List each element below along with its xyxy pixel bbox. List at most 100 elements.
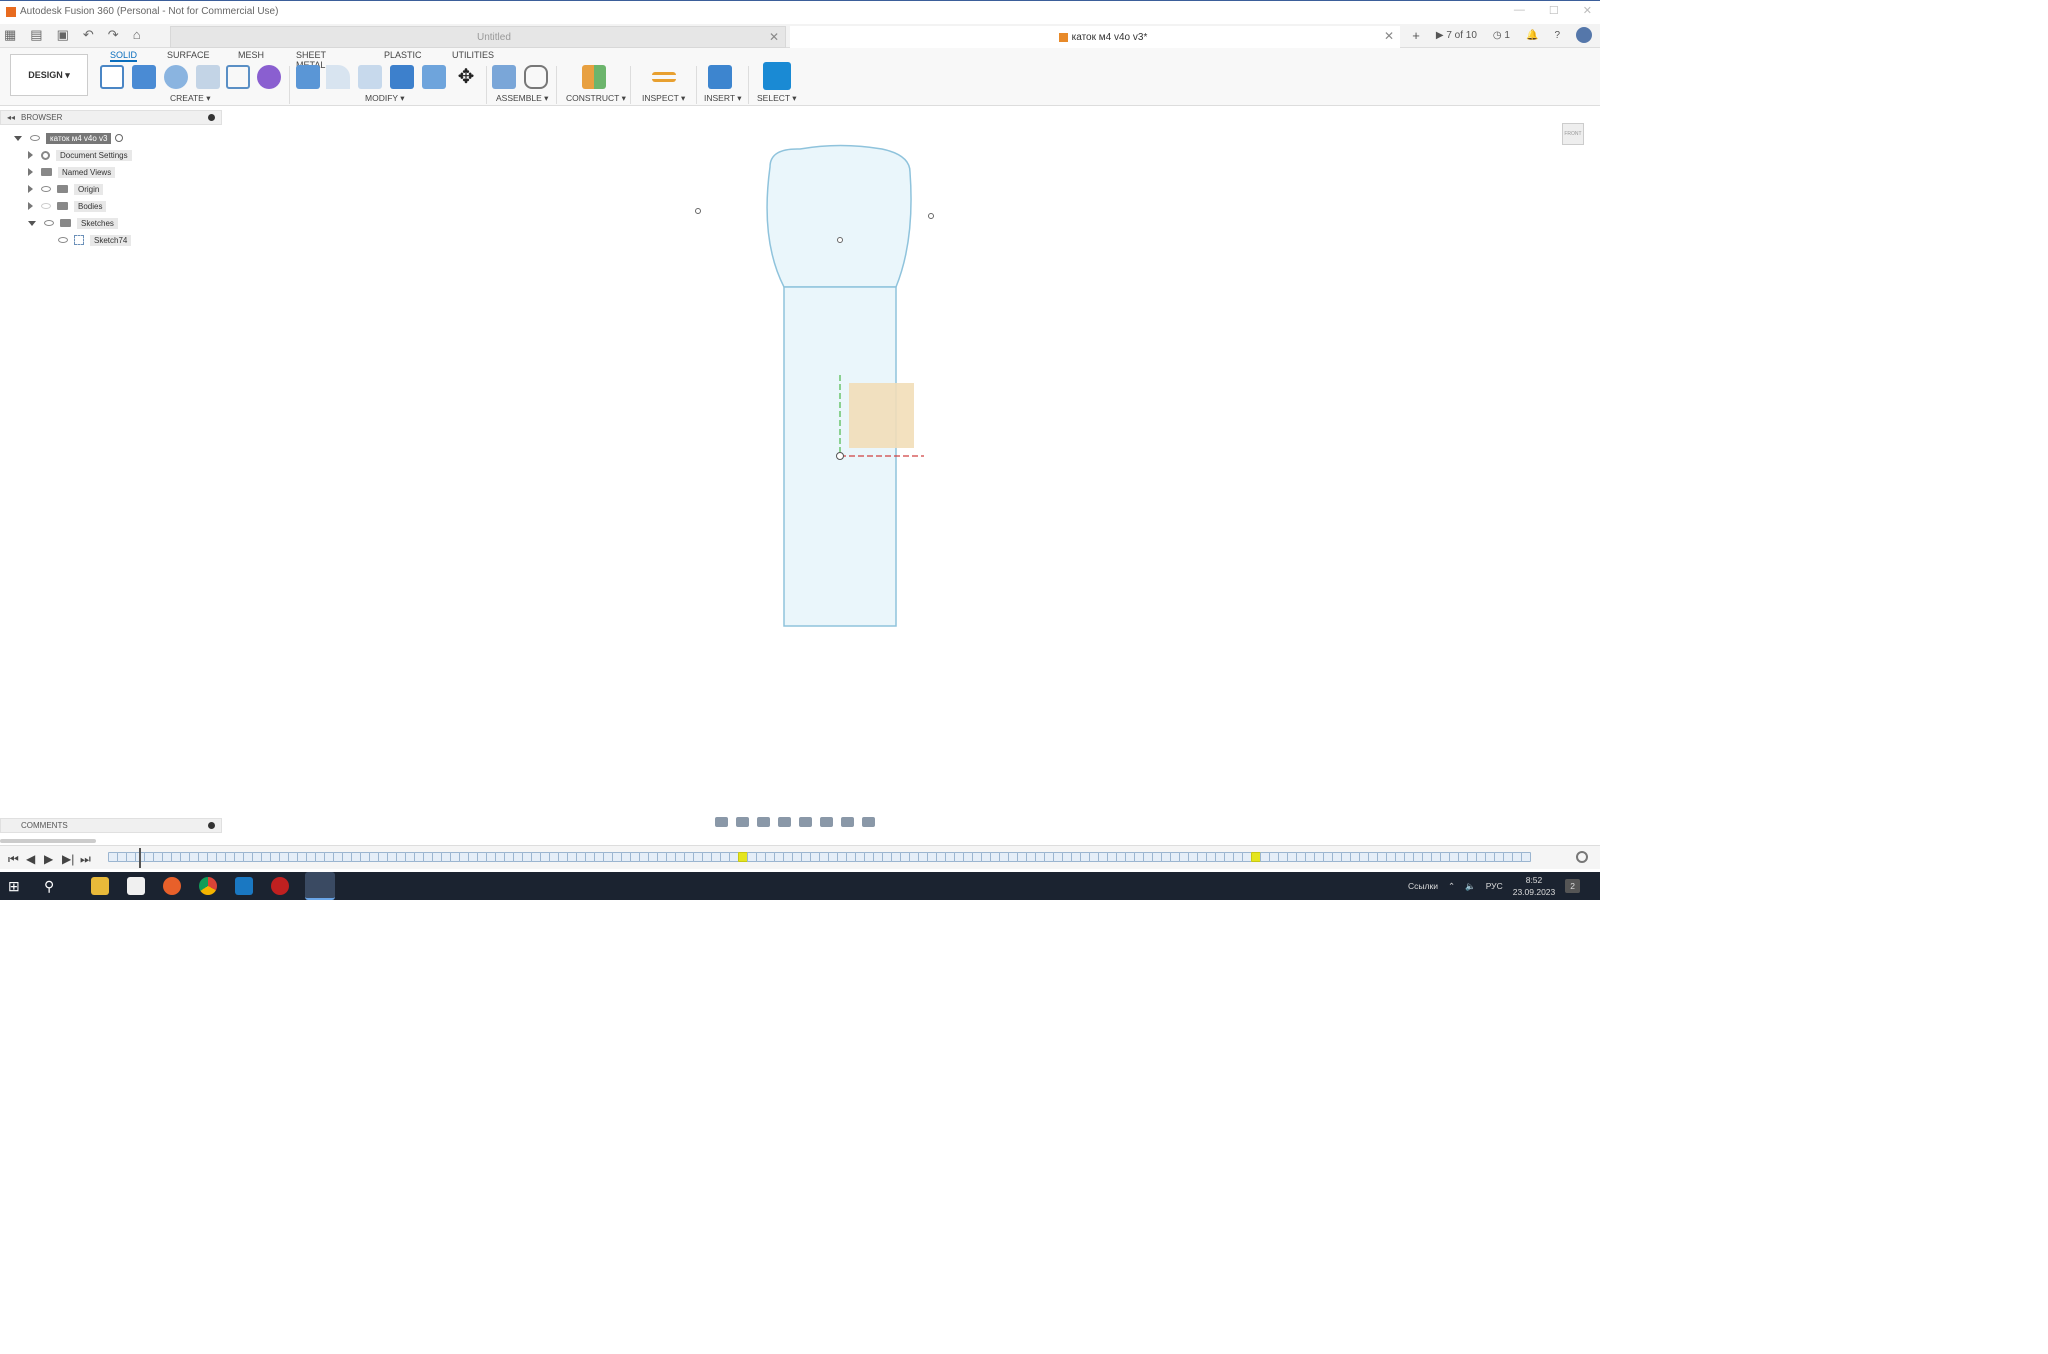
file-menu-icon[interactable]: ▤: [30, 27, 42, 43]
input-language[interactable]: РУС: [1486, 881, 1503, 891]
tab-utilities[interactable]: UTILITIES: [452, 50, 494, 60]
insert-menu[interactable]: INSERT ▾: [704, 93, 742, 104]
scroll-bar[interactable]: [0, 839, 96, 843]
job-status-button[interactable]: ▶ 7 of 10: [1436, 30, 1477, 41]
orbit-icon[interactable]: [715, 817, 728, 827]
pin-icon[interactable]: [208, 114, 215, 121]
joint-icon[interactable]: [524, 65, 548, 89]
tab-active-document[interactable]: каток м4 v4o v3* ✕: [790, 26, 1400, 48]
grid-settings-icon[interactable]: [841, 817, 854, 827]
viewcube[interactable]: FRONT: [1562, 123, 1584, 145]
eye-icon[interactable]: [41, 203, 51, 209]
tree-item-sketches[interactable]: Sketches: [28, 216, 118, 230]
firefox-icon[interactable]: [163, 877, 181, 895]
tab-solid[interactable]: SOLID: [110, 50, 138, 62]
canvas-viewport[interactable]: [222, 110, 1600, 820]
tree-item-bodies[interactable]: Bodies: [28, 199, 107, 213]
close-window-icon[interactable]: ✕: [1583, 4, 1592, 17]
measure-icon[interactable]: [652, 72, 676, 82]
sketch-point[interactable]: [928, 213, 934, 219]
maximize-icon[interactable]: ☐: [1549, 4, 1559, 17]
fit-icon[interactable]: [799, 817, 812, 827]
search-icon[interactable]: ⚲: [44, 877, 62, 895]
form-icon[interactable]: [257, 65, 281, 89]
undo-icon[interactable]: ↶: [83, 27, 94, 43]
display-settings-icon[interactable]: [820, 817, 833, 827]
home-icon[interactable]: ⌂: [133, 27, 141, 43]
recorder-icon[interactable]: [271, 877, 289, 895]
offset-plane-icon[interactable]: [582, 65, 606, 89]
expand-icon[interactable]: [28, 185, 33, 193]
expand-icon[interactable]: [28, 151, 33, 159]
tree-root[interactable]: каток м4 v4o v3: [14, 131, 124, 145]
help-icon[interactable]: ?: [1554, 30, 1560, 41]
combine-icon[interactable]: [390, 65, 414, 89]
create-sketch-icon[interactable]: [100, 65, 124, 89]
shell-icon[interactable]: [422, 65, 446, 89]
eye-icon[interactable]: [44, 220, 54, 226]
data-panel-grid-icon[interactable]: ▦: [4, 27, 16, 43]
save-icon[interactable]: ▣: [57, 27, 69, 43]
redo-icon[interactable]: ↷: [108, 27, 119, 43]
tree-item-named-views[interactable]: Named Views: [28, 165, 116, 179]
avatar[interactable]: [1576, 27, 1592, 43]
clock[interactable]: 8:52 23.09.2023: [1513, 874, 1556, 898]
expand-icon[interactable]: [28, 220, 36, 226]
windows-start-icon[interactable]: ⊞: [8, 877, 26, 895]
add-comment-icon[interactable]: [208, 822, 215, 829]
new-component-icon[interactable]: [492, 65, 516, 89]
new-tab-icon[interactable]: +: [1412, 28, 1420, 43]
tree-item-origin[interactable]: Origin: [28, 182, 104, 196]
sketch-point[interactable]: [837, 237, 843, 243]
sketch-profile-head[interactable]: [766, 144, 912, 288]
eye-icon[interactable]: [58, 237, 68, 243]
tab-mesh[interactable]: MESH: [238, 50, 264, 60]
tree-item-sketch74[interactable]: Sketch74: [58, 233, 132, 247]
pan-icon[interactable]: [757, 817, 770, 827]
selected-face[interactable]: [849, 383, 914, 448]
tab-plastic[interactable]: PLASTIC: [384, 50, 422, 60]
language-bar-label[interactable]: Ссылки: [1408, 881, 1438, 891]
timeline-start-icon[interactable]: ⏮: [8, 852, 19, 867]
timeline-next-icon[interactable]: ▶|: [62, 852, 74, 866]
revolve-icon[interactable]: [164, 65, 188, 89]
clock-button[interactable]: ◷ 1: [1493, 30, 1510, 41]
construct-menu[interactable]: CONSTRUCT ▾: [566, 93, 626, 104]
move-icon[interactable]: ✥: [454, 65, 478, 89]
eye-icon[interactable]: [41, 186, 51, 192]
app-icon[interactable]: [235, 877, 253, 895]
expand-icon[interactable]: [28, 168, 33, 176]
press-pull-icon[interactable]: [296, 65, 320, 89]
timeline-settings-icon[interactable]: [1576, 851, 1588, 863]
origin-point[interactable]: [836, 452, 844, 460]
pattern-icon[interactable]: [226, 65, 250, 89]
sketch-point[interactable]: [695, 208, 701, 214]
notifications-icon[interactable]: 🔔: [1526, 30, 1538, 41]
look-at-icon[interactable]: [736, 817, 749, 827]
expand-icon[interactable]: [28, 202, 33, 210]
tree-item-document-settings[interactable]: Document Settings: [28, 148, 132, 162]
chevron-up-icon[interactable]: ⌃: [1448, 881, 1455, 892]
tab-surface[interactable]: SURFACE: [167, 50, 210, 60]
file-explorer-icon[interactable]: [91, 877, 109, 895]
timeline-play-icon[interactable]: ▶: [44, 852, 53, 866]
tab-untitled[interactable]: Untitled ✕: [170, 26, 786, 48]
store-icon[interactable]: [127, 877, 145, 895]
inspect-menu[interactable]: INSPECT ▾: [642, 93, 685, 104]
fillet-icon[interactable]: [326, 65, 350, 89]
hole-icon[interactable]: [196, 65, 220, 89]
extrude-icon[interactable]: [132, 65, 156, 89]
eye-icon[interactable]: [30, 135, 40, 141]
chamfer-icon[interactable]: [358, 65, 382, 89]
active-radio-icon[interactable]: [115, 134, 124, 142]
workspace-switcher-button[interactable]: DESIGN ▾: [10, 54, 88, 96]
notification-center-icon[interactable]: 2: [1565, 879, 1580, 893]
timeline-prev-icon[interactable]: ◀: [26, 852, 35, 866]
minimize-icon[interactable]: —: [1514, 4, 1525, 17]
timeline-track[interactable]: [108, 846, 1568, 870]
fusion-taskbar-icon[interactable]: [305, 872, 335, 900]
select-icon[interactable]: [763, 62, 791, 90]
create-menu[interactable]: CREATE ▾: [170, 93, 210, 104]
collapse-icon[interactable]: ◂◂: [7, 113, 15, 122]
assemble-menu[interactable]: ASSEMBLE ▾: [496, 93, 548, 104]
